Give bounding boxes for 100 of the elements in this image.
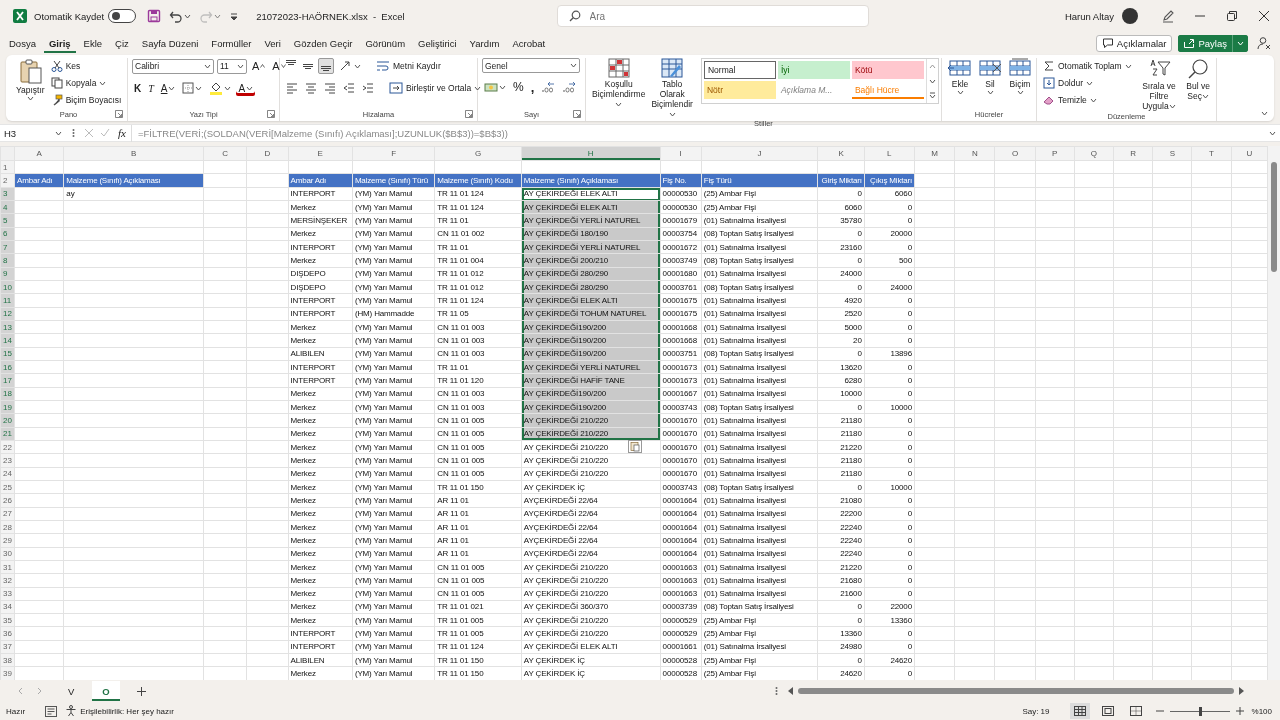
column-header[interactable]: L <box>864 146 915 161</box>
paste-button[interactable]: Yapıştır <box>14 58 47 101</box>
ribbon-tab[interactable]: Çiz <box>110 33 134 53</box>
row-header[interactable]: 7 <box>0 240 15 254</box>
percent-button[interactable]: % <box>511 79 526 95</box>
column-header[interactable]: G <box>434 146 522 161</box>
row-header[interactable]: 28 <box>0 520 15 534</box>
column-header[interactable]: A <box>14 146 64 161</box>
column-header[interactable]: S <box>1152 146 1192 161</box>
align-center-button[interactable] <box>303 80 319 96</box>
zoom-slider-thumb[interactable] <box>1198 706 1202 716</box>
ribbon-tab[interactable]: Sayfa Düzeni <box>136 33 204 53</box>
ribbon-tab[interactable]: Ekle <box>78 33 108 53</box>
avatar[interactable] <box>1122 8 1138 24</box>
font-size-dropdown[interactable]: 11 <box>217 58 247 74</box>
number-format-dropdown[interactable]: Genel <box>482 58 580 73</box>
grow-font-button[interactable]: A <box>250 58 268 74</box>
ribbon-tab[interactable]: Veri <box>259 33 286 53</box>
delete-cells-button[interactable]: Sil <box>976 58 1004 95</box>
column-header[interactable]: J <box>701 146 818 161</box>
autosave-toggle[interactable] <box>108 9 137 23</box>
comments-button[interactable]: Açıklamalar <box>1095 34 1173 52</box>
column-header[interactable]: R <box>1113 146 1153 161</box>
fill-button[interactable]: Doldur <box>1041 75 1134 91</box>
bold-button[interactable]: K <box>132 80 144 96</box>
align-left-button[interactable] <box>284 80 300 96</box>
italic-button[interactable]: T <box>146 80 156 96</box>
column-header[interactable]: H <box>521 146 661 161</box>
horizontal-scrollbar[interactable] <box>786 685 1246 697</box>
row-header[interactable]: 4 <box>0 200 15 214</box>
find-select-button[interactable]: Bul ve Seç <box>1184 58 1212 101</box>
column-header[interactable]: E <box>288 146 353 161</box>
underline-button[interactable]: A <box>158 80 178 96</box>
table-cell: (01) Satınalma İrsaliyesi <box>701 533 818 547</box>
font-color-button[interactable]: A <box>236 80 256 96</box>
row-header[interactable]: 22 <box>0 440 15 454</box>
column-header[interactable]: O <box>994 146 1036 161</box>
insert-function-button[interactable]: fx <box>113 125 131 141</box>
row-header[interactable]: 37 <box>0 640 15 654</box>
column-header[interactable]: P <box>1035 146 1075 161</box>
ribbon-tab[interactable]: Acrobat <box>507 33 551 53</box>
format-painter-button[interactable]: Biçim Boyacısı <box>48 92 124 108</box>
row-header[interactable]: 34 <box>0 600 15 614</box>
cell-style-option[interactable]: İyi <box>777 61 850 79</box>
increase-indent-button[interactable] <box>360 80 376 96</box>
ribbon-tab[interactable]: Dosya <box>4 33 41 53</box>
cell-style-option[interactable]: Normal <box>703 61 776 79</box>
ribbon-tab[interactable]: Geliştirici <box>413 33 462 53</box>
format-cells-button[interactable]: Biçim <box>1006 58 1034 95</box>
wrap-text-button[interactable]: Metni Kaydır <box>374 58 443 74</box>
zoom-in-button[interactable] <box>1233 705 1246 717</box>
cell-style-option[interactable]: Kötü <box>851 61 924 79</box>
row-header[interactable]: 1 <box>0 160 15 174</box>
insert-cells-button[interactable]: Ekle <box>946 58 974 95</box>
row-header[interactable]: 13 <box>0 320 15 334</box>
sort-filter-button[interactable]: Sırala ve Filtre Uygula <box>1135 58 1183 111</box>
row-header[interactable]: 25 <box>0 480 15 494</box>
format-as-table-button[interactable]: Tablo Olarak Biçimlendir <box>649 58 695 119</box>
font-dropdown[interactable]: Calibri <box>132 58 214 74</box>
ribbon-tab[interactable]: Görünüm <box>360 33 411 53</box>
column-header[interactable]: U <box>1231 146 1268 161</box>
merge-center-button[interactable]: Birleştir ve Ortala <box>387 80 484 96</box>
column-header[interactable]: B <box>63 146 204 161</box>
align-right-button[interactable] <box>322 80 338 96</box>
column-header[interactable]: M <box>914 146 955 161</box>
name-box[interactable]: H3 <box>0 124 66 142</box>
ribbon-tab[interactable]: Yardım <box>464 33 505 53</box>
column-header[interactable]: T <box>1191 146 1232 161</box>
decrease-indent-button[interactable] <box>341 80 357 96</box>
vertical-scrollbar[interactable] <box>1268 146 1280 680</box>
row-header[interactable]: 10 <box>0 280 15 294</box>
sheet-tab[interactable]: O <box>92 681 120 701</box>
column-header[interactable]: D <box>246 146 289 161</box>
column-header[interactable]: K <box>817 146 865 161</box>
conditional-formatting-button[interactable]: Koşullu Biçimlendirme <box>590 58 648 109</box>
column-header[interactable]: N <box>954 146 995 161</box>
shrink-font-button[interactable]: A <box>270 58 288 74</box>
column-header[interactable]: C <box>203 146 247 161</box>
row-header[interactable]: 16 <box>0 360 15 374</box>
ribbon-tab[interactable]: Gözden Geçir <box>288 33 358 53</box>
search-field[interactable]: Ara <box>556 5 869 27</box>
bottom-align-button[interactable] <box>318 58 334 74</box>
cell-style-option[interactable]: Nötr <box>703 81 776 99</box>
row-header[interactable]: 31 <box>0 560 15 574</box>
comma-button[interactable]: , <box>528 79 537 95</box>
sheet-tab[interactable]: V <box>58 681 85 701</box>
autosum-button[interactable]: Otomatik Toplam <box>1041 58 1134 74</box>
cut-button[interactable]: Kes <box>48 58 124 74</box>
cell-style-option[interactable]: Açıklama M... <box>777 81 850 99</box>
clear-button[interactable]: Temizle <box>1041 92 1134 108</box>
column-header[interactable]: F <box>352 146 435 161</box>
column-header[interactable]: I <box>660 146 702 161</box>
ribbon-tab[interactable]: Giriş <box>43 33 76 53</box>
caret-icon <box>1086 80 1094 86</box>
normal-view-button[interactable] <box>1069 703 1090 719</box>
copy-button[interactable]: Kopyala <box>48 75 124 91</box>
ribbon-tab[interactable]: Formüller <box>206 33 257 53</box>
row-header[interactable]: 19 <box>0 400 15 414</box>
column-header[interactable]: Q <box>1074 146 1114 161</box>
share-dropdown-button[interactable] <box>1232 34 1248 52</box>
